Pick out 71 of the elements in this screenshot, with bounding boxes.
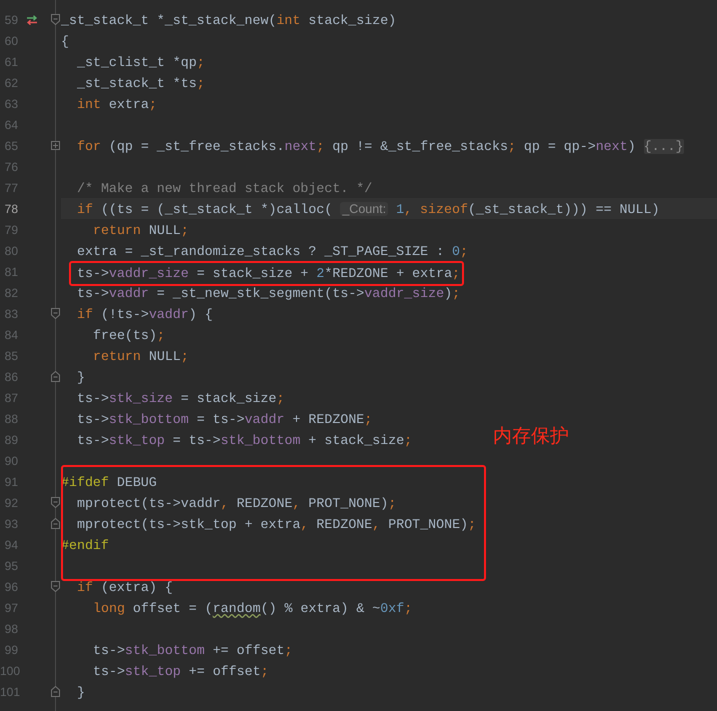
- line-number: 94: [4, 536, 18, 554]
- fold-icon[interactable]: [51, 308, 60, 319]
- line-number: 90: [4, 452, 18, 470]
- fold-icon[interactable]: [51, 581, 60, 592]
- line-number: 86: [4, 368, 18, 386]
- code-line: }: [77, 370, 85, 385]
- code-line: }: [77, 685, 85, 700]
- line-number: 82: [4, 284, 18, 302]
- code-line: return NULL;: [93, 349, 189, 364]
- code-line: _st_stack_t *_st_stack_new(int stack_size): [61, 13, 396, 28]
- fold-icon[interactable]: [51, 686, 60, 697]
- line-number: 101: [0, 684, 18, 700]
- line-number: 77: [4, 180, 18, 196]
- line-number: 60: [4, 32, 18, 50]
- line-number: 99: [4, 642, 18, 658]
- line-number: 100: [0, 662, 18, 680]
- swap-arrows-icon[interactable]: [26, 14, 38, 24]
- expand-icon[interactable]: [51, 141, 60, 150]
- code-line: if ((ts = (_st_stack_t *)calloc( _Count: 1, sizeof(_st_stack_t))) == NULL): [77, 202, 660, 217]
- line-number: 80: [4, 242, 18, 260]
- code-line: long offset = (random() % extra) & ~0xf;: [93, 601, 412, 616]
- code-line: {: [61, 34, 69, 49]
- code-line: mprotect(ts->stk_top + extra, REDZONE, PROT_NONE);: [77, 517, 476, 532]
- code-line: #ifdef DEBUG: [61, 475, 157, 490]
- line-number: 76: [4, 158, 18, 176]
- code-line: ts->stk_size = stack_size;: [77, 391, 284, 406]
- line-number: 89: [4, 432, 18, 448]
- line-number: 97: [4, 600, 18, 616]
- fold-icon[interactable]: [51, 518, 60, 529]
- line-number: 64: [4, 116, 18, 134]
- code-line: #endif: [61, 538, 109, 553]
- line-number: 65: [4, 138, 18, 154]
- line-number: 79: [4, 222, 18, 238]
- line-number: 78: [4, 200, 18, 218]
- code-line: _st_clist_t *qp;: [77, 55, 205, 70]
- line-number: 96: [4, 578, 18, 596]
- code-line: extra = _st_randomize_stacks ? _ST_PAGE_SIZE : 0;: [77, 244, 468, 259]
- code-line: if (!ts->vaddr) {: [77, 307, 213, 322]
- code-line: _st_stack_t *ts;: [77, 76, 205, 91]
- code-line: /* Make a new thread stack object. */: [77, 181, 372, 196]
- fold-icon[interactable]: [51, 14, 60, 25]
- code-line: ts->stk_bottom = ts->vaddr + REDZONE;: [77, 412, 372, 427]
- code-line: int extra;: [77, 97, 157, 112]
- fold-icon[interactable]: [51, 497, 60, 508]
- line-number: 93: [4, 516, 18, 532]
- line-number: 91: [4, 474, 18, 490]
- code-line: for (qp = _st_free_stacks.next; qp != &_st_free_stacks; qp = qp->next) {...}: [77, 139, 684, 154]
- line-number: 63: [4, 96, 18, 112]
- line-number: 95: [4, 558, 18, 574]
- line-number: 85: [4, 348, 18, 364]
- code-line: free(ts);: [93, 328, 165, 343]
- code-line: mprotect(ts->vaddr, REDZONE, PROT_NONE);: [77, 496, 396, 511]
- annotation-text: 内存保护: [493, 424, 569, 449]
- line-number: 62: [4, 74, 18, 92]
- line-number: 81: [4, 264, 18, 280]
- line-number: 83: [4, 306, 18, 322]
- line-number: 59: [4, 12, 18, 28]
- code-line: return NULL;: [93, 223, 189, 238]
- code-line: ts->stk_bottom += offset;: [93, 643, 292, 658]
- line-number: 92: [4, 494, 18, 512]
- line-number: 61: [4, 54, 18, 70]
- code-line: ts->vaddr_size = stack_size + 2*REDZONE + extra;: [77, 266, 460, 281]
- code-line: ts->stk_top += offset;: [93, 664, 269, 679]
- line-number: 88: [4, 410, 18, 428]
- line-number: 84: [4, 326, 18, 344]
- fold-icon[interactable]: [51, 371, 60, 382]
- code-line: ts->stk_top = ts->stk_bottom + stack_size;: [77, 433, 412, 448]
- code-line: if (extra) {: [77, 580, 173, 595]
- line-number: 98: [4, 620, 18, 638]
- code-line: ts->vaddr = _st_new_stk_segment(ts->vaddr_size);: [77, 286, 460, 301]
- line-number: 87: [4, 390, 18, 406]
